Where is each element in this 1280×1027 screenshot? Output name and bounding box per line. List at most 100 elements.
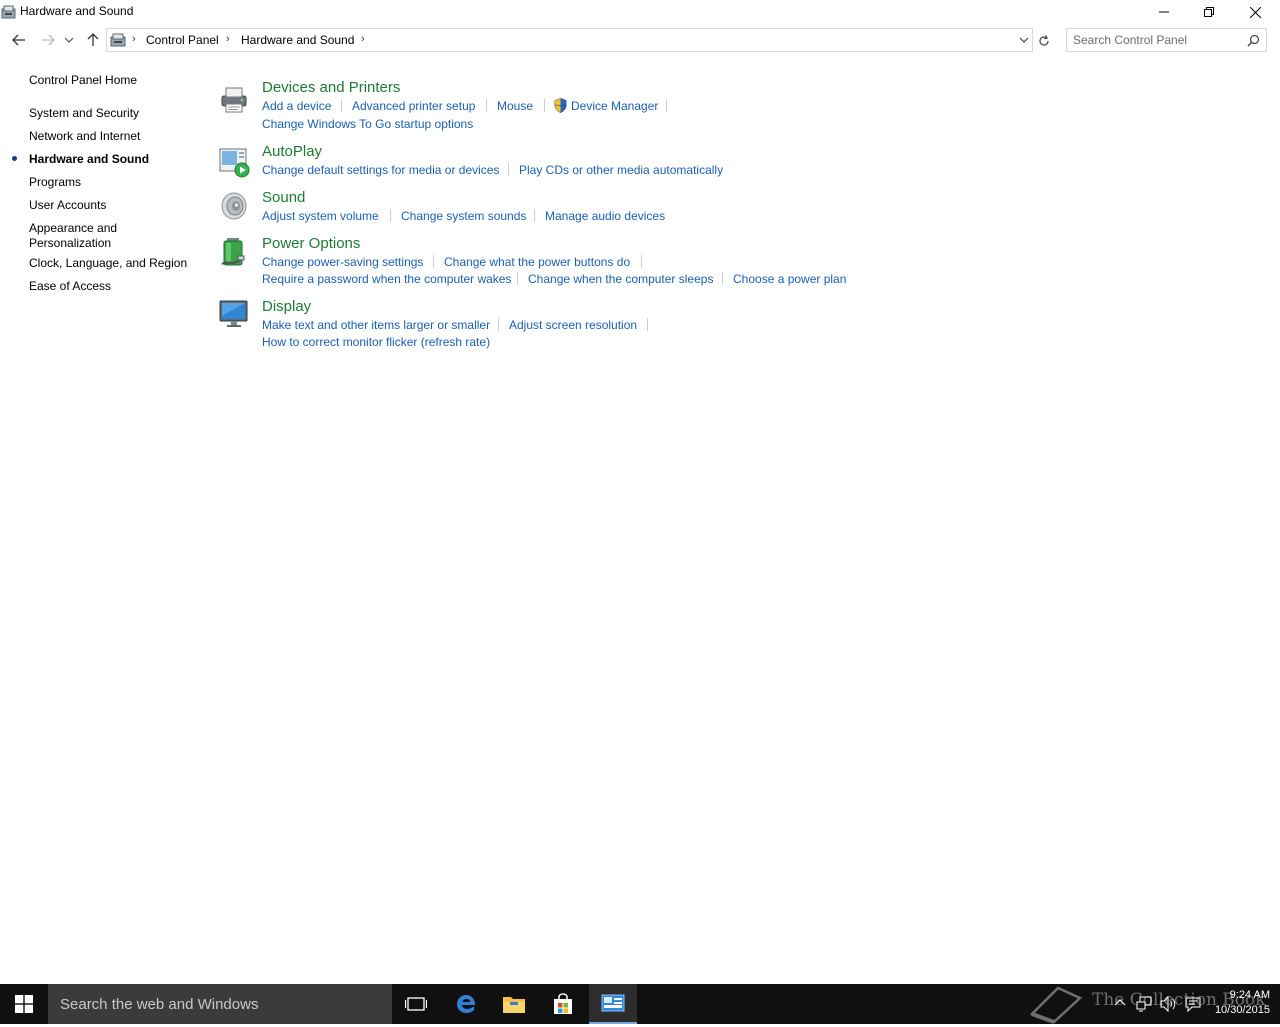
close-button[interactable]	[1232, 0, 1278, 24]
volume-icon[interactable]	[1160, 995, 1178, 1015]
link-separator	[486, 99, 487, 112]
category-title[interactable]: Power Options	[262, 235, 360, 252]
edge-taskbar-button[interactable]	[442, 984, 490, 1024]
nav-clock-language-region[interactable]: Clock, Language, and Region	[29, 256, 187, 271]
file-explorer-taskbar-button[interactable]	[490, 984, 538, 1024]
title-bar: Hardware and Sound	[0, 0, 1280, 24]
search-icon[interactable]	[1247, 34, 1260, 50]
link-change-power-saving-settings[interactable]: Change power-saving settings	[262, 255, 423, 269]
network-icon[interactable]	[1136, 996, 1152, 1015]
breadcrumb-separator-icon[interactable]: ›	[226, 33, 230, 45]
restore-icon	[1204, 7, 1214, 17]
link-change-when-computer-sleeps[interactable]: Change when the computer sleeps	[528, 272, 713, 286]
show-hidden-icons-button[interactable]	[1114, 996, 1126, 1011]
link-windows-to-go[interactable]: Change Windows To Go startup options	[262, 117, 473, 131]
nav-hardware-and-sound[interactable]: Hardware and Sound	[29, 152, 149, 167]
action-center-icon[interactable]	[1185, 996, 1201, 1015]
chevron-down-icon	[65, 37, 73, 43]
control-panel-icon	[110, 32, 128, 51]
nav-user-accounts[interactable]: User Accounts	[29, 198, 106, 213]
link-change-default-media-settings[interactable]: Change default settings for media or dev…	[262, 163, 499, 177]
system-clock[interactable]: 9:24 AM 10/30/2015	[1215, 988, 1270, 1018]
breadcrumb-control-panel[interactable]: Control Panel	[146, 33, 219, 47]
autoplay-icon[interactable]	[218, 146, 250, 178]
control-panel-icon	[601, 994, 625, 1012]
speaker-icon[interactable]	[218, 190, 250, 222]
link-separator	[341, 99, 342, 112]
control-panel-taskbar-button[interactable]	[589, 984, 637, 1024]
category-title[interactable]: AutoPlay	[262, 143, 322, 160]
link-separator	[498, 318, 499, 331]
link-advanced-printer-setup[interactable]: Advanced printer setup	[352, 99, 475, 113]
link-separator	[544, 99, 545, 112]
link-separator	[390, 209, 391, 222]
nav-appearance-and-personalization-line2[interactable]: Personalization	[29, 236, 111, 251]
store-taskbar-button[interactable]	[539, 984, 587, 1024]
folder-icon	[503, 997, 525, 1013]
minimize-button[interactable]	[1141, 0, 1187, 24]
link-change-power-buttons[interactable]: Change what the power buttons do	[444, 255, 630, 269]
link-play-cds-automatically[interactable]: Play CDs or other media automatically	[519, 163, 723, 177]
link-separator	[647, 318, 648, 331]
nav-system-and-security[interactable]: System and Security	[29, 106, 139, 121]
breadcrumb-hardware-and-sound[interactable]: Hardware and Sound	[241, 33, 354, 47]
link-add-a-device[interactable]: Add a device	[262, 99, 331, 113]
chevron-up-icon	[1114, 999, 1126, 1006]
up-button[interactable]	[82, 29, 104, 51]
link-adjust-system-volume[interactable]: Adjust system volume	[262, 209, 379, 223]
nav-ease-of-access[interactable]: Ease of Access	[29, 279, 111, 294]
category-title[interactable]: Devices and Printers	[262, 79, 400, 96]
link-choose-power-plan[interactable]: Choose a power plan	[733, 272, 846, 286]
control-panel-icon	[1, 4, 17, 20]
window-title: Hardware and Sound	[20, 4, 134, 18]
link-separator	[722, 272, 723, 285]
link-separator	[641, 255, 642, 268]
refresh-button[interactable]	[1034, 31, 1054, 51]
address-bar[interactable]: › Control Panel › Hardware and Sound ›	[106, 28, 1033, 52]
clock-date: 10/30/2015	[1214, 1004, 1270, 1016]
link-separator	[517, 272, 518, 285]
nav-programs[interactable]: Programs	[29, 175, 81, 190]
category-title[interactable]: Sound	[262, 189, 305, 206]
store-bag-icon	[554, 993, 572, 1014]
recent-locations-button[interactable]	[61, 29, 77, 51]
task-view-button[interactable]	[392, 984, 440, 1024]
link-device-manager[interactable]: Device Manager	[571, 99, 658, 113]
breadcrumb-separator-icon[interactable]: ›	[132, 33, 136, 45]
link-separator	[433, 255, 434, 268]
breadcrumb-separator-icon[interactable]: ›	[361, 33, 365, 45]
taskbar-search-text: Search the web and Windows	[60, 996, 259, 1013]
address-dropdown-button[interactable]	[1019, 34, 1029, 48]
link-manage-audio-devices[interactable]: Manage audio devices	[545, 209, 665, 223]
category-title[interactable]: Display	[262, 298, 311, 315]
nav-appearance-and-personalization[interactable]: Appearance and	[29, 221, 117, 236]
search-box[interactable]	[1066, 28, 1267, 52]
battery-icon[interactable]	[218, 236, 250, 268]
link-require-password-on-wake[interactable]: Require a password when the computer wak…	[262, 272, 511, 286]
back-button[interactable]	[8, 29, 30, 51]
task-view-icon	[405, 997, 427, 1011]
nav-control-panel-home[interactable]: Control Panel Home	[29, 73, 137, 88]
close-icon	[1249, 6, 1261, 18]
link-monitor-flicker[interactable]: How to correct monitor flicker (refresh …	[262, 335, 490, 349]
link-separator	[666, 99, 667, 112]
taskbar-search-box[interactable]: Search the web and Windows	[48, 984, 392, 1024]
book-logo-icon	[1029, 986, 1083, 1024]
start-button[interactable]	[0, 984, 48, 1024]
nav-network-and-internet[interactable]: Network and Internet	[29, 129, 140, 144]
link-make-text-larger[interactable]: Make text and other items larger or smal…	[262, 318, 490, 332]
link-mouse[interactable]: Mouse	[497, 99, 533, 113]
minimize-icon	[1159, 11, 1169, 13]
link-separator	[508, 163, 509, 176]
up-arrow-icon	[87, 33, 99, 46]
monitor-icon[interactable]	[218, 298, 250, 330]
back-arrow-icon	[12, 34, 25, 46]
restore-button[interactable]	[1186, 0, 1232, 24]
printer-icon[interactable]	[218, 84, 250, 116]
edge-browser-icon	[457, 995, 476, 1013]
address-row: › Control Panel › Hardware and Sound ›	[0, 26, 1280, 54]
link-adjust-screen-resolution[interactable]: Adjust screen resolution	[509, 318, 637, 332]
search-input[interactable]	[1073, 32, 1243, 48]
link-change-system-sounds[interactable]: Change system sounds	[401, 209, 526, 223]
forward-button[interactable]	[37, 29, 59, 51]
